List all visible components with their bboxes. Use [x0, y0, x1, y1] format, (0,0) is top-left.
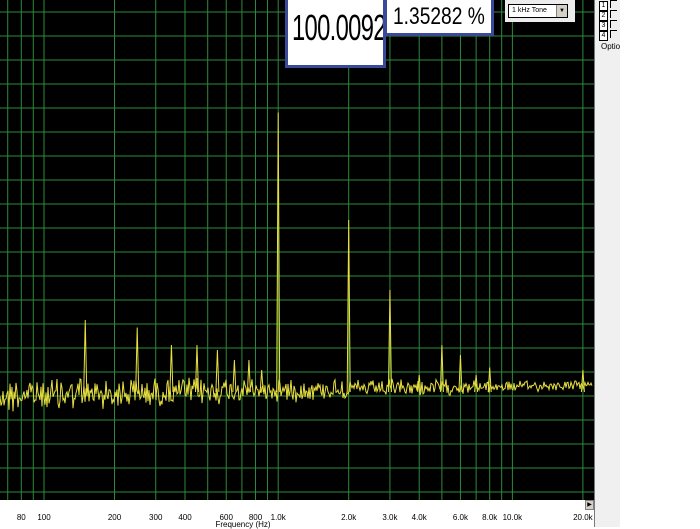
- generator-select[interactable]: 1 kHz Tone ▼: [508, 4, 568, 18]
- level-readout-value: 100.0092 %: [292, 7, 386, 48]
- channel-row-4[interactable]: 4: [599, 30, 617, 41]
- spectrum-peak: [246, 359, 251, 393]
- x-tick-label: 10.0k: [502, 513, 523, 522]
- channel-checkbox[interactable]: [610, 30, 617, 38]
- spectrum-plot[interactable]: [0, 0, 594, 500]
- spectrum-peak: [135, 327, 140, 393]
- channel-number: 4: [599, 31, 608, 41]
- thd-readout: 1.35282 %: [384, 0, 494, 36]
- channel-checkbox[interactable]: [610, 10, 617, 18]
- x-tick-label: 20.0k: [573, 513, 593, 522]
- channel-checkbox[interactable]: [610, 0, 617, 8]
- x-tick-label: 80: [16, 513, 26, 522]
- chevron-down-icon[interactable]: ▼: [556, 5, 567, 17]
- scroll-right-button[interactable]: ▶: [585, 500, 594, 510]
- x-tick-label: 3.0k: [382, 513, 398, 522]
- spectrum-peak: [83, 319, 88, 393]
- x-tick-label: 4.0k: [411, 513, 427, 522]
- x-tick-label: 200: [107, 513, 122, 522]
- spectrum-peak: [215, 349, 220, 393]
- blank-area: [620, 0, 700, 527]
- x-tick-label: 1.0k: [270, 513, 286, 522]
- options-button[interactable]: Optio: [601, 42, 620, 51]
- channel-panel: 1 2 3 4 Optio: [594, 0, 620, 527]
- spectrum-trace-group: [0, 112, 593, 412]
- noise-trace: [0, 377, 593, 412]
- channel-row-1[interactable]: 1: [599, 0, 617, 11]
- thd-readout-value: 1.35282 %: [393, 3, 485, 30]
- channel-row-3[interactable]: 3: [599, 20, 617, 31]
- x-tick-label: 6.0k: [452, 513, 468, 522]
- grid-lines: [0, 0, 594, 500]
- x-tick-label: 300: [149, 513, 163, 522]
- x-tick-label: 100: [37, 513, 51, 522]
- spectrum-peak: [232, 359, 237, 393]
- level-readout: 100.0092 %: [285, 0, 386, 68]
- spectrum-svg: [0, 0, 594, 500]
- x-tick-label: 8.0k: [482, 513, 498, 522]
- x-axis-label: Frequency (Hz): [215, 520, 271, 529]
- channel-row-2[interactable]: 2: [599, 10, 617, 21]
- spectrum-peak: [169, 344, 174, 393]
- x-tick-label: 400: [178, 513, 192, 522]
- generator-select-value: 1 kHz Tone: [512, 7, 547, 14]
- x-tick-label: 2.0k: [341, 513, 357, 522]
- channel-checkbox[interactable]: [610, 20, 617, 28]
